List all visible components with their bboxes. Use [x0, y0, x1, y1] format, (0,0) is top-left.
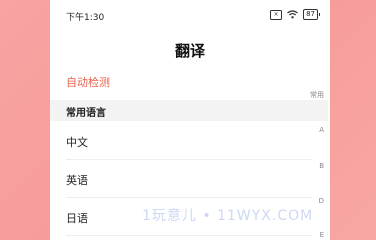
auto-detect-option[interactable]: 自动检测 — [66, 74, 110, 90]
watermark: 1玩意儿 • 11WYX.COM — [142, 208, 314, 224]
status-icons: × 87 — [270, 9, 320, 20]
index-item-b[interactable]: B — [319, 162, 324, 170]
page-title: 翻译 — [174, 42, 205, 60]
section-header-common-languages: 常用语言 — [50, 100, 328, 121]
index-item-a[interactable]: A — [319, 126, 324, 134]
language-item-english[interactable]: 英语 — [66, 160, 312, 198]
index-item-d[interactable]: D — [319, 197, 324, 205]
phone-screen: 下午1:30 × 87 翻译 自动检测 常用 常用语言 中文 A 英语 B 日语… — [50, 0, 330, 240]
index-item-e[interactable]: E — [320, 231, 324, 239]
status-bar: 下午1:30 × 87 — [50, 0, 330, 32]
battery-icon: 87 — [303, 9, 320, 20]
no-sim-icon: × — [270, 9, 283, 20]
language-label: 中文 — [66, 136, 88, 149]
status-time: 下午1:30 — [66, 13, 105, 23]
wifi-icon — [287, 10, 298, 19]
language-label: 日语 — [66, 212, 88, 225]
index-item-common[interactable]: 常用 — [310, 90, 324, 100]
language-label: 英语 — [66, 174, 88, 187]
language-item-chinese[interactable]: 中文 — [66, 122, 312, 160]
section-title: 常用语言 — [66, 108, 106, 119]
